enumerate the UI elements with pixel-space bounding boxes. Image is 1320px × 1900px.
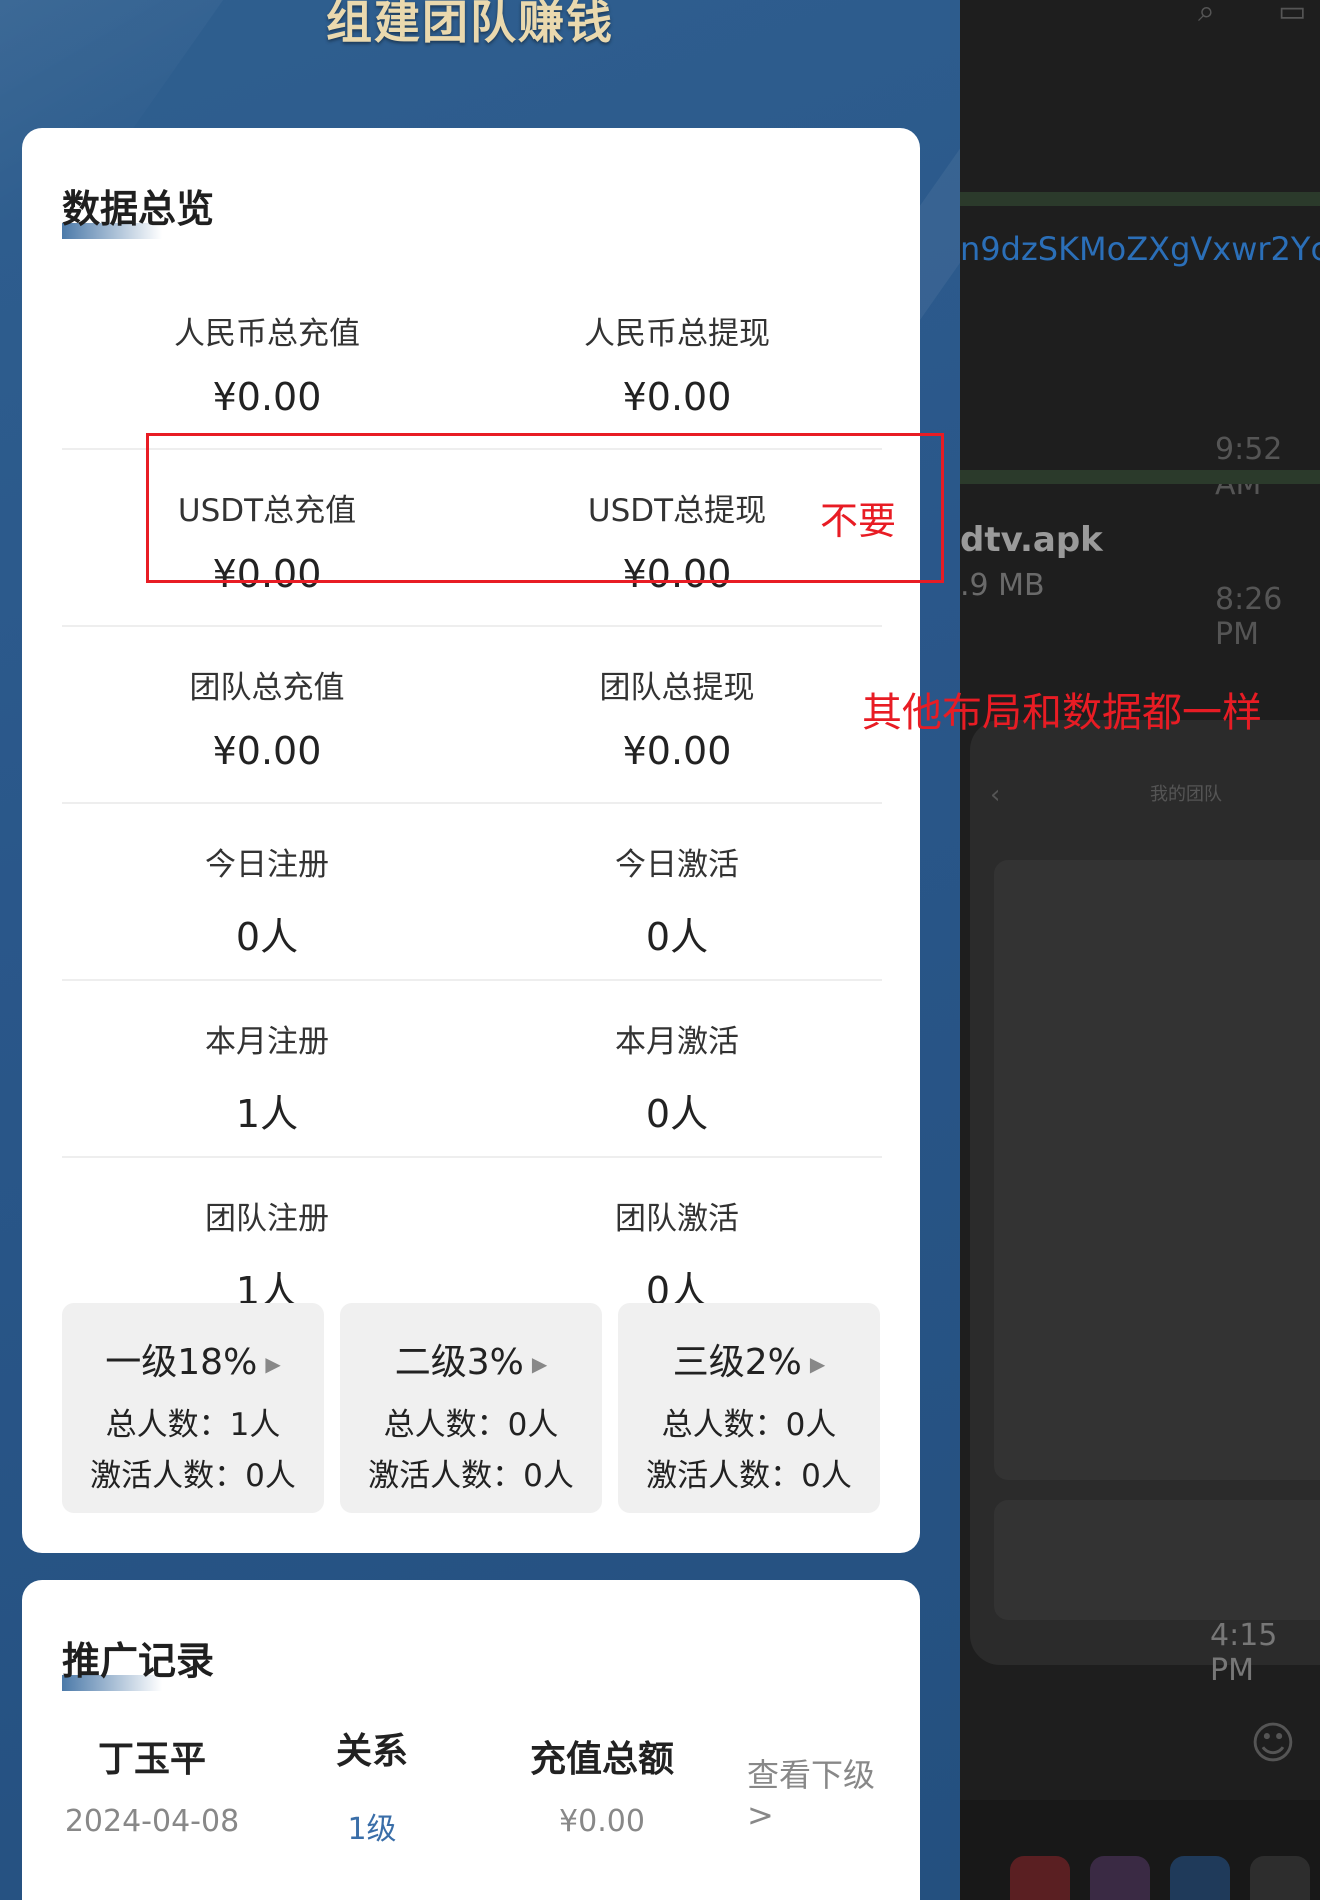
level-2-total: 总人数：0人 <box>383 1407 559 1443</box>
stat-value: 1人 <box>235 1092 299 1136</box>
music-app-icon[interactable] <box>1010 1856 1070 1900</box>
relation-value: 1级 <box>347 1812 397 1847</box>
thumbnail-screenshot[interactable]: ‹ 我的团队 <box>970 720 1320 1665</box>
level-3-total: 总人数：0人 <box>661 1407 837 1443</box>
records-card: 推广记录 丁玉平 2024-04-08 关系 1级 充值总额 ¥0.00 查看下… <box>22 1580 920 1900</box>
records-title-text: 推广记录 <box>62 1639 215 1683</box>
level-3-card[interactable]: 三级2% ▶ 总人数：0人 激活人数：0人 <box>618 1303 880 1513</box>
file-name[interactable]: dtv.apk <box>960 520 1103 560</box>
stat-team-withdraw: 团队总提现 ¥0.00 <box>472 628 882 773</box>
stat-month-activate: 本月激活 0人 <box>472 982 882 1138</box>
settings-app-icon[interactable] <box>1250 1856 1310 1900</box>
stat-label: 本月激活 <box>615 1024 739 1060</box>
thumbnail-title: 我的团队 <box>1150 784 1222 805</box>
recharge-value: ¥0.00 <box>559 1804 645 1839</box>
play-arrow-icon: ▶ <box>265 1352 281 1376</box>
record-date: 2024-04-08 <box>64 1804 240 1839</box>
message-time: 4:15 PM <box>1210 1618 1278 1688</box>
level-3-active: 激活人数：0人 <box>646 1458 852 1494</box>
stat-rmb-withdraw: 人民币总提现 ¥0.00 <box>472 274 882 419</box>
chat-link-text[interactable]: n9dzSKMoZXgVxwr2YclXQc <box>960 230 1320 268</box>
emoji-icon[interactable]: ☺ <box>1250 1718 1296 1769</box>
message-strip <box>960 192 1320 206</box>
view-subordinates-link[interactable]: 查看下级 > <box>747 1750 902 1834</box>
back-chevron-icon: ‹ <box>990 780 1001 810</box>
divider <box>62 979 882 981</box>
stat-value: ¥0.00 <box>212 729 322 773</box>
level-1-total: 总人数：1人 <box>105 1407 281 1443</box>
record-row: 丁玉平 2024-04-08 关系 1级 充值总额 ¥0.00 查看下级 > <box>62 1730 902 1850</box>
message-time: 9:52 AM <box>1215 432 1283 502</box>
level-1-active: 激活人数：0人 <box>90 1458 296 1494</box>
level-3-title: 三级2% <box>672 1342 802 1383</box>
overview-title-text: 数据总览 <box>62 187 215 231</box>
thumbnail-card <box>994 1500 1320 1620</box>
window-icon[interactable]: ▭ <box>1278 0 1306 29</box>
search-icon[interactable]: ⌕ <box>1198 0 1215 29</box>
stat-row-month: 本月注册 1人 本月激活 0人 <box>62 982 882 1158</box>
stat-label: 团队注册 <box>205 1201 329 1237</box>
recharge-header: 充值总额 <box>529 1739 674 1780</box>
thumbnail-card <box>994 860 1320 1480</box>
stat-label: 本月注册 <box>205 1024 329 1060</box>
message-time: 8:26 PM <box>1215 582 1283 652</box>
overview-title: 数据总览 <box>62 178 215 239</box>
hero-title: 组建团队赚钱 <box>326 0 614 49</box>
podcast-app-icon[interactable] <box>1090 1856 1150 1900</box>
stat-label: 今日注册 <box>205 847 329 883</box>
level-1-title: 一级18% <box>105 1342 258 1383</box>
record-member: 丁玉平 2024-04-08 <box>62 1730 242 1839</box>
divider <box>62 1156 882 1158</box>
record-recharge: 充值总额 ¥0.00 <box>512 1730 692 1839</box>
stat-label: 团队激活 <box>615 1201 739 1237</box>
stat-value: 0人 <box>645 915 709 959</box>
file-size: .9 MB <box>960 568 1045 603</box>
record-relation: 关系 1级 <box>302 1730 442 1848</box>
stat-label: 今日激活 <box>615 847 739 883</box>
stat-label: 团队总提现 <box>599 670 755 706</box>
stat-label: 人民币总充值 <box>174 316 360 352</box>
level-1-card[interactable]: 一级18% ▶ 总人数：1人 激活人数：0人 <box>62 1303 324 1513</box>
divider <box>62 625 882 627</box>
overview-card: 数据总览 人民币总充值 ¥0.00 人民币总提现 ¥0.00 USDT总充值 ¥… <box>22 128 920 1553</box>
annotation-not-needed: 不要 <box>820 499 897 543</box>
phone-screenshot: 组建团队赚钱 数据总览 人民币总充值 ¥0.00 人民币总提现 ¥0.00 US… <box>0 0 960 1900</box>
stat-value: ¥0.00 <box>622 729 732 773</box>
stat-today-activate: 今日激活 0人 <box>472 805 882 961</box>
stat-value: 0人 <box>645 1092 709 1136</box>
stat-month-register: 本月注册 1人 <box>62 982 472 1138</box>
annotation-same-layout: 其他布局和数据都一样 <box>862 690 1262 736</box>
stat-row-team-money: 团队总充值 ¥0.00 团队总提现 ¥0.00 <box>62 628 882 804</box>
message-strip <box>960 470 1320 484</box>
stat-value: ¥0.00 <box>622 375 732 419</box>
stat-rmb-recharge: 人民币总充值 ¥0.00 <box>62 274 472 419</box>
relation-header: 关系 <box>335 1731 408 1772</box>
stat-team-activate: 团队激活 0人 <box>472 1159 882 1315</box>
play-arrow-icon: ▶ <box>531 1352 548 1376</box>
stat-label: 人民币总提现 <box>584 316 770 352</box>
stat-team-register: 团队注册 1人 <box>62 1159 472 1315</box>
level-2-active: 激活人数：0人 <box>368 1458 574 1494</box>
chat-background: ⌕ ▭ n9dzSKMoZXgVxwr2YclXQc 9:52 AM dtv.a… <box>960 0 1320 1900</box>
record-name: 丁玉平 <box>97 1739 206 1780</box>
divider <box>62 802 882 804</box>
stat-value: ¥0.00 <box>212 375 322 419</box>
stat-row-today: 今日注册 0人 今日激活 0人 <box>62 805 882 981</box>
records-title: 推广记录 <box>62 1630 215 1691</box>
play-arrow-icon: ▶ <box>809 1352 826 1376</box>
stat-row-rmb: 人民币总充值 ¥0.00 人民币总提现 ¥0.00 <box>62 274 882 450</box>
stat-value: 0人 <box>235 915 299 959</box>
app-store-icon[interactable] <box>1170 1856 1230 1900</box>
level-2-title: 二级3% <box>394 1342 524 1383</box>
stat-label: 团队总充值 <box>189 670 345 706</box>
stat-today-register: 今日注册 0人 <box>62 805 472 961</box>
level-2-card[interactable]: 二级3% ▶ 总人数：0人 激活人数：0人 <box>340 1303 602 1513</box>
stat-team-recharge: 团队总充值 ¥0.00 <box>62 628 472 773</box>
